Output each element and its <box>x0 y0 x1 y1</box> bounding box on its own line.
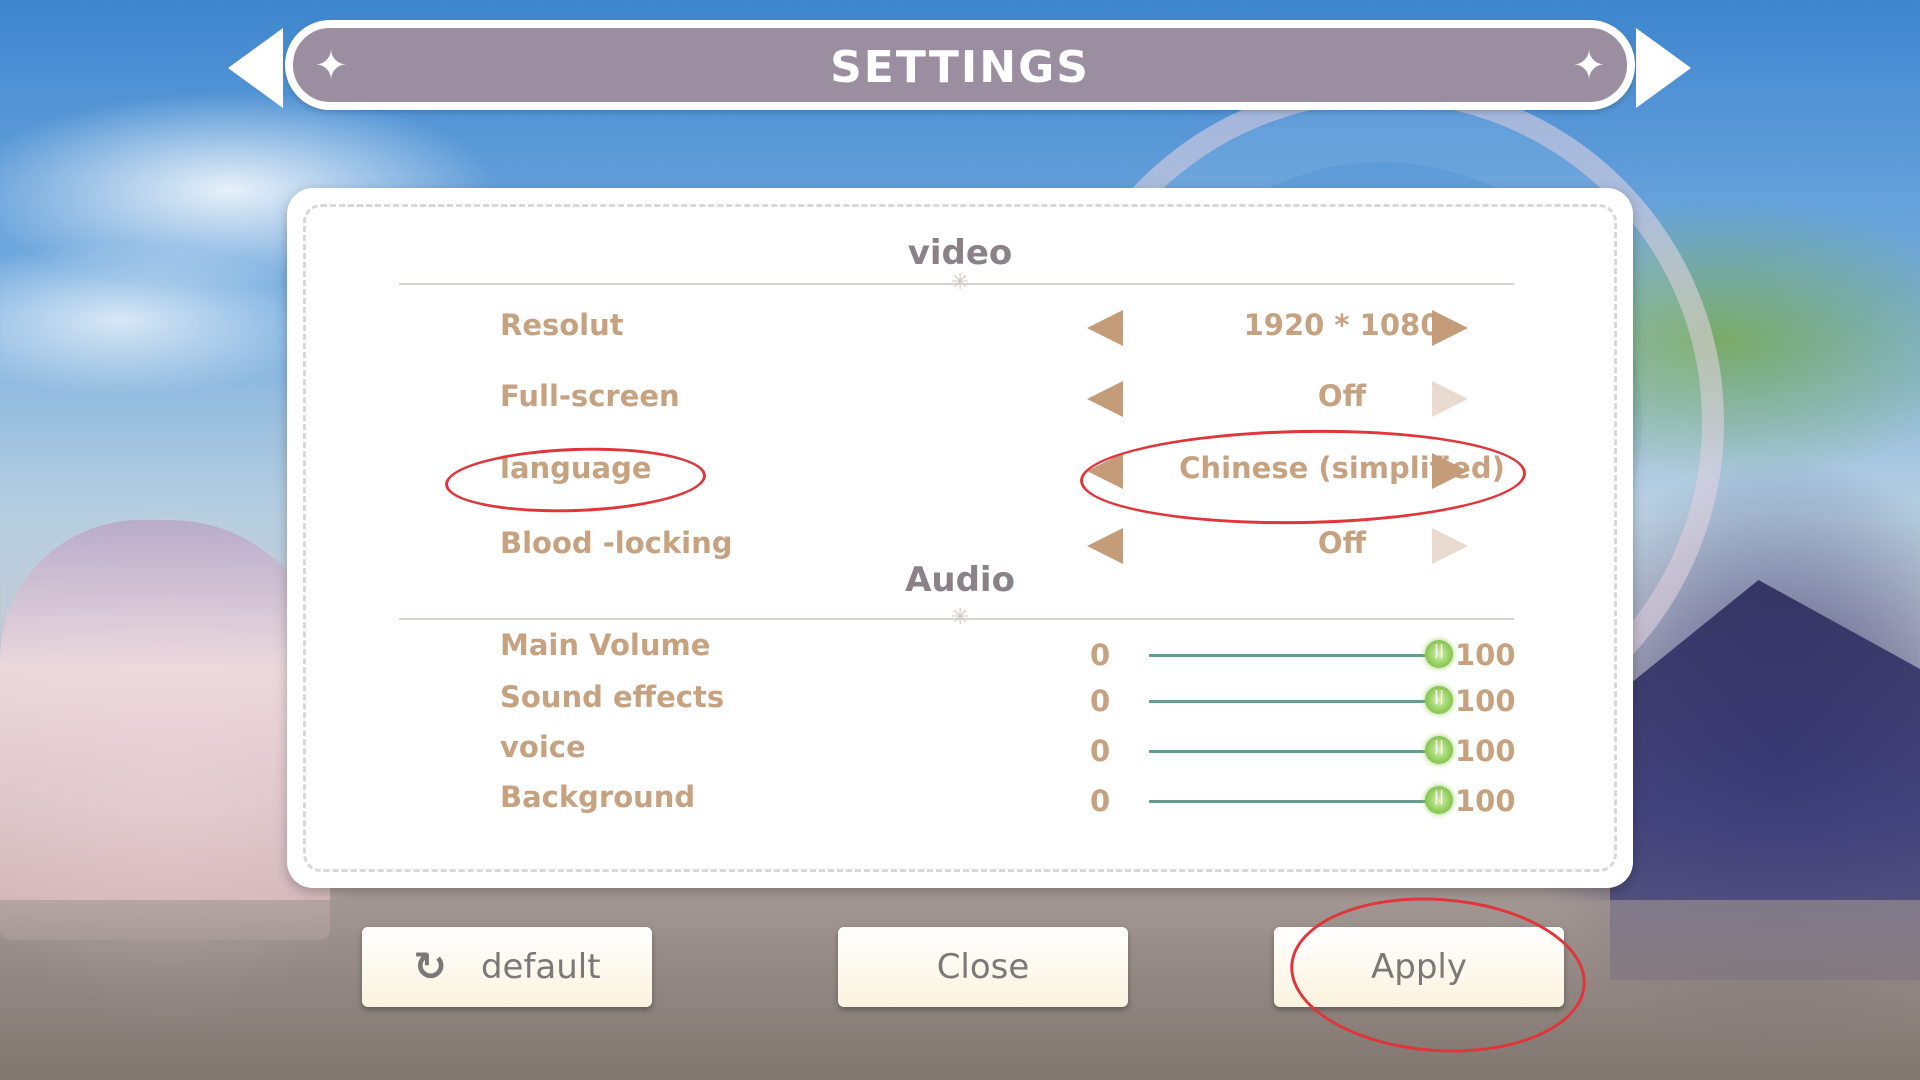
slider-label-background: Background <box>500 780 696 814</box>
slider-label-main-volume: Main Volume <box>500 628 711 662</box>
close-button[interactable]: Close <box>838 927 1128 1007</box>
slider-max-value: 100 <box>1455 784 1516 818</box>
section-divider: ✳ <box>399 270 1514 295</box>
blood-locking-value: Off <box>1317 526 1367 560</box>
slider-min-value: 0 <box>1090 734 1111 768</box>
blood-locking-prev-arrow[interactable] <box>1087 528 1123 564</box>
sound-effects-slider-track[interactable] <box>1149 700 1429 703</box>
background-slider-track[interactable] <box>1149 800 1429 803</box>
language-next-arrow[interactable] <box>1432 453 1468 489</box>
setting-label-blood-locking: Blood -locking <box>500 526 733 560</box>
title-banner: ✦ SETTINGS ✦ <box>285 20 1635 110</box>
slider-label-voice: voice <box>500 730 586 764</box>
voice-slider-track[interactable] <box>1149 750 1429 753</box>
main-volume-slider-knob[interactable] <box>1425 640 1453 668</box>
title-arrow-right-decoration <box>1636 28 1691 108</box>
settings-panel: video ✳ Resolut 1920 * 1080 Full-screen … <box>287 188 1633 888</box>
default-button[interactable]: ↻ default <box>362 927 652 1007</box>
background-slider-knob[interactable] <box>1425 786 1453 814</box>
setting-label-fullscreen: Full-screen <box>500 379 680 413</box>
resolution-prev-arrow[interactable] <box>1087 310 1123 346</box>
language-prev-arrow[interactable] <box>1087 453 1123 489</box>
default-button-label: default <box>480 947 601 987</box>
apply-button-label: Apply <box>1371 947 1467 987</box>
section-divider: ✳ <box>399 605 1514 630</box>
apply-button[interactable]: Apply <box>1274 927 1564 1007</box>
voice-slider-knob[interactable] <box>1425 736 1453 764</box>
resolution-value: 1920 * 1080 <box>1243 308 1441 342</box>
circus-tent-left <box>0 520 330 940</box>
blood-locking-next-arrow[interactable] <box>1432 528 1468 564</box>
close-button-label: Close <box>936 947 1030 987</box>
section-title-video: video <box>907 233 1013 273</box>
fullscreen-next-arrow[interactable] <box>1432 381 1468 417</box>
divider-star-icon: ✳ <box>951 605 970 630</box>
divider-star-icon: ✳ <box>951 270 970 295</box>
section-title-audio: Audio <box>905 560 1015 600</box>
slider-max-value: 100 <box>1455 638 1516 672</box>
fullscreen-prev-arrow[interactable] <box>1087 381 1123 417</box>
slider-max-value: 100 <box>1455 734 1516 768</box>
slider-min-value: 0 <box>1090 684 1111 718</box>
sound-effects-slider-knob[interactable] <box>1425 686 1453 714</box>
slider-label-sound-effects: Sound effects <box>500 680 725 714</box>
fullscreen-value: Off <box>1317 379 1367 413</box>
language-value: Chinese (simplified) <box>1179 451 1505 485</box>
refresh-icon: ↻ <box>413 944 447 990</box>
slider-max-value: 100 <box>1455 684 1516 718</box>
slider-min-value: 0 <box>1090 784 1111 818</box>
page-title: SETTINGS <box>830 42 1090 93</box>
sparkle-icon: ✦ <box>1572 43 1606 89</box>
slider-min-value: 0 <box>1090 638 1111 672</box>
title-arrow-left-decoration <box>228 28 283 108</box>
setting-label-resolution: Resolut <box>500 308 624 342</box>
resolution-next-arrow[interactable] <box>1432 310 1468 346</box>
main-volume-slider-track[interactable] <box>1149 654 1429 657</box>
setting-label-language: language <box>500 451 652 485</box>
